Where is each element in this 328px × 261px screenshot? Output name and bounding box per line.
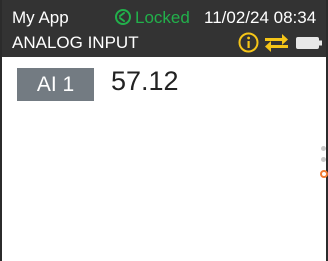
info-icon[interactable]: [238, 32, 259, 53]
screen-title: ANALOG INPUT: [12, 33, 139, 52]
app-name: My App: [12, 8, 69, 27]
swap-icon[interactable]: [265, 34, 288, 52]
battery-icon: [296, 37, 322, 49]
lock-status-text: Locked: [135, 8, 190, 27]
page-dot-3-active[interactable]: [320, 170, 328, 178]
page-indicator: [320, 146, 328, 182]
channel-label-badge[interactable]: AI 1: [17, 68, 94, 101]
page-dot-1[interactable]: [321, 146, 326, 151]
lock-status-icon: [115, 9, 131, 25]
status-bar: My App Locked 11/02/24 08:34 ANALOG INPU…: [2, 0, 326, 57]
device-screen: My App Locked 11/02/24 08:34 ANALOG INPU…: [0, 0, 328, 261]
datetime: 11/02/24 08:34: [204, 8, 317, 27]
channel-value: 57.12: [111, 66, 179, 96]
page-dot-2[interactable]: [321, 157, 326, 162]
